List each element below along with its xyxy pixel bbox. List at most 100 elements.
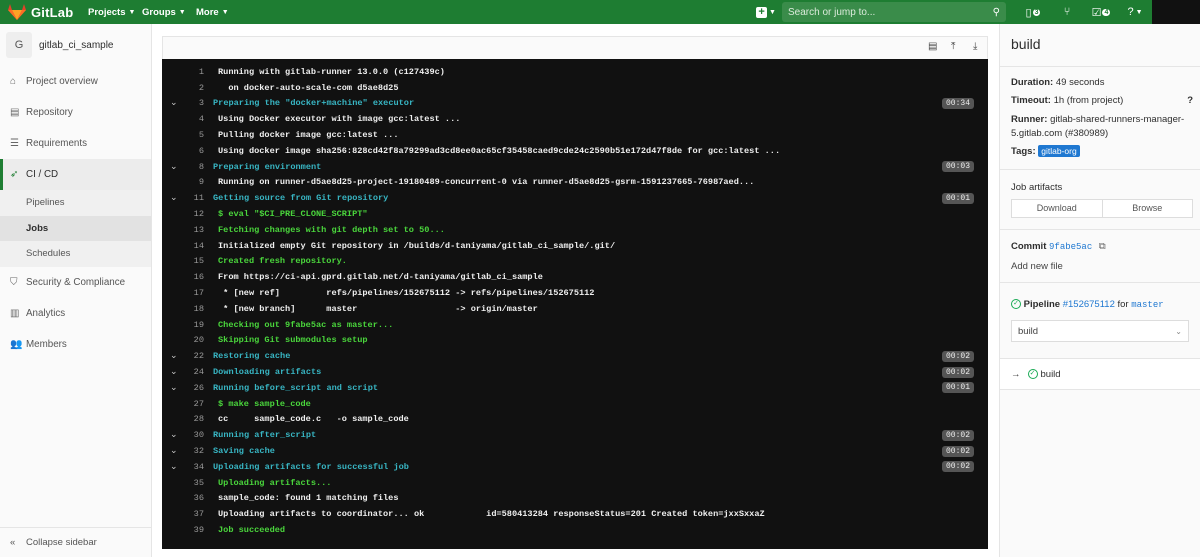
chevron-down-icon[interactable]: ⌄ xyxy=(170,351,178,361)
pipeline-label: Pipeline xyxy=(1023,299,1061,310)
sidebar-item-analytics[interactable]: ▥ Analytics xyxy=(0,298,151,329)
log-section-header[interactable]: ⌄ 26 Running before_script and script 00:01 xyxy=(162,380,988,396)
help-icon[interactable]: ? xyxy=(1187,95,1193,106)
log-line-number[interactable]: 11 xyxy=(182,193,204,203)
chevron-down-icon[interactable]: ⌄ xyxy=(170,383,178,393)
projects-menu[interactable]: Projects ▼ xyxy=(78,7,135,18)
search-input[interactable]: Search or jump to... ⚲ xyxy=(782,2,1006,22)
log-line-number[interactable]: 30 xyxy=(182,430,204,440)
log-line-number[interactable]: 27 xyxy=(182,399,204,409)
groups-menu[interactable]: Groups ▼ xyxy=(132,7,186,18)
log-line-text: Running after_script xyxy=(213,430,317,441)
current-job-item[interactable]: → ✓ build xyxy=(1000,358,1200,390)
chevron-down-icon[interactable]: ⌄ xyxy=(170,162,178,172)
merge-requests-button[interactable]: ⑂ xyxy=(1050,6,1084,18)
log-line-text: Getting source from Git repository xyxy=(213,193,389,204)
scroll-bottom-icon[interactable]: ⤓ xyxy=(973,41,977,52)
sidebar-item-repository[interactable]: ▤ Repository xyxy=(0,97,151,128)
log-line-number[interactable]: 17 xyxy=(182,288,204,298)
runner-tag-badge: gitlab-org xyxy=(1038,145,1080,157)
project-header[interactable]: G gitlab_ci_sample xyxy=(0,24,151,66)
chevron-down-icon[interactable]: ⌄ xyxy=(170,446,178,456)
commit-sha-link[interactable]: 9fabe5ac xyxy=(1049,242,1092,252)
log-line-number[interactable]: 34 xyxy=(182,462,204,472)
sidebar-item-project-overview[interactable]: ⌂ Project overview xyxy=(0,66,151,97)
chevron-down-icon[interactable]: ⌄ xyxy=(170,430,178,440)
sidebar-item-ci-cd[interactable]: ➶ CI / CD xyxy=(0,159,151,190)
log-line-number[interactable]: 19 xyxy=(182,320,204,330)
todos-button[interactable]: ☑ 4 xyxy=(1084,6,1118,19)
log-line-number[interactable]: 4 xyxy=(182,114,204,124)
log-line-text: Pulling docker image gcc:latest ... xyxy=(218,130,399,141)
sidebar-item-members[interactable]: 👥 Members xyxy=(0,329,151,360)
log-line-number[interactable]: 15 xyxy=(182,256,204,266)
log-line-number[interactable]: 2 xyxy=(182,83,204,93)
sidebar-item-requirements[interactable]: ☰ Requirements xyxy=(0,128,151,159)
log-line: 18 * [new branch] master -> origin/maste… xyxy=(162,301,988,317)
log-line-number[interactable]: 35 xyxy=(182,478,204,488)
log-line-number[interactable]: 24 xyxy=(182,367,204,377)
log-line-number[interactable]: 1 xyxy=(182,67,204,77)
download-artifacts-button[interactable]: Download xyxy=(1012,200,1103,217)
copy-icon[interactable]: ⧉ xyxy=(1099,241,1106,252)
log-line-number[interactable]: 37 xyxy=(182,509,204,519)
log-line-text: Initialized empty Git repository in /bui… xyxy=(218,240,616,251)
issues-icon: ▯ xyxy=(1025,6,1032,19)
browse-artifacts-button[interactable]: Browse xyxy=(1103,200,1193,217)
log-line-number[interactable]: 12 xyxy=(182,209,204,219)
log-line: 12 $ eval "$CI_PRE_CLONE_SCRIPT" xyxy=(162,206,988,222)
log-line-number[interactable]: 6 xyxy=(182,146,204,156)
collapse-sidebar-button[interactable]: « Collapse sidebar xyxy=(0,527,151,557)
log-line-number[interactable]: 9 xyxy=(182,177,204,187)
stage-select[interactable]: build ⌄ xyxy=(1011,320,1189,342)
log-section-header[interactable]: ⌄ 32 Saving cache 00:02 xyxy=(162,443,988,459)
log-line-number[interactable]: 26 xyxy=(182,383,204,393)
stage-select-value: build xyxy=(1018,325,1039,337)
search-placeholder: Search or jump to... xyxy=(788,6,876,18)
sidebar-subitem-schedules[interactable]: Schedules xyxy=(0,241,151,267)
scroll-top-icon[interactable]: ⤒ xyxy=(951,41,955,52)
section-duration-badge: 00:02 xyxy=(941,429,974,441)
chevron-down-icon[interactable]: ⌄ xyxy=(170,462,178,472)
log-section-header[interactable]: ⌄ 34 Uploading artifacts for successful jo… xyxy=(162,459,988,475)
help-button[interactable]: ? ▼ xyxy=(1118,6,1152,18)
log-line-number[interactable]: 8 xyxy=(182,162,204,172)
log-line: 5 Pulling docker image gcc:latest ... xyxy=(162,127,988,143)
chevron-down-icon[interactable]: ⌄ xyxy=(170,98,178,108)
log-section-header[interactable]: ⌄ 3 Preparing the "docker+machine" executo… xyxy=(162,96,988,112)
issues-button[interactable]: ▯ 3 xyxy=(1016,6,1050,19)
log-line-number[interactable]: 14 xyxy=(182,241,204,251)
log-line-number[interactable]: 5 xyxy=(182,130,204,140)
user-avatar[interactable] xyxy=(1152,0,1200,24)
gitlab-logo[interactable]: GitLab xyxy=(0,4,78,20)
raw-log-icon[interactable]: ▤ xyxy=(928,41,937,52)
log-line-number[interactable]: 13 xyxy=(182,225,204,235)
log-line-number[interactable]: 22 xyxy=(182,351,204,361)
sidebar-subitem-jobs[interactable]: Jobs xyxy=(0,215,151,241)
log-section-header[interactable]: ⌄ 30 Running after_script 00:02 xyxy=(162,427,988,443)
log-line: 37 Uploading artifacts to coordinator... … xyxy=(162,506,988,522)
chevron-down-icon[interactable]: ⌄ xyxy=(170,367,178,377)
log-line-number[interactable]: 28 xyxy=(182,414,204,424)
sidebar-subitem-pipelines[interactable]: Pipelines xyxy=(0,190,151,216)
log-line-number[interactable]: 32 xyxy=(182,446,204,456)
new-item-dropdown[interactable]: + ▼ xyxy=(750,6,782,18)
log-section-header[interactable]: ⌄ 11 Getting source from Git repository 00:… xyxy=(162,190,988,206)
log-line-number[interactable]: 16 xyxy=(182,272,204,282)
log-line-number[interactable]: 39 xyxy=(182,525,204,535)
pipeline-link[interactable]: #152675112 xyxy=(1063,299,1115,310)
sidebar-item-label: Security & Compliance xyxy=(26,276,126,288)
current-job-name: build xyxy=(1040,368,1061,380)
branch-link[interactable]: master xyxy=(1131,300,1163,310)
chevron-down-icon[interactable]: ⌄ xyxy=(170,193,178,203)
more-menu[interactable]: More ▼ xyxy=(186,7,240,18)
log-section-header[interactable]: ⌄ 8 Preparing environment 00:03 xyxy=(162,159,988,175)
log-line-number[interactable]: 36 xyxy=(182,493,204,503)
log-line-number[interactable]: 18 xyxy=(182,304,204,314)
log-section-header[interactable]: ⌄ 22 Restoring cache 00:02 xyxy=(162,348,988,364)
home-icon: ⌂ xyxy=(10,76,17,87)
log-section-header[interactable]: ⌄ 24 Downloading artifacts 00:02 xyxy=(162,364,988,380)
log-line-number[interactable]: 3 xyxy=(182,98,204,108)
sidebar-item-security-compliance[interactable]: ⛉ Security & Compliance xyxy=(0,267,151,298)
log-line-number[interactable]: 20 xyxy=(182,335,204,345)
